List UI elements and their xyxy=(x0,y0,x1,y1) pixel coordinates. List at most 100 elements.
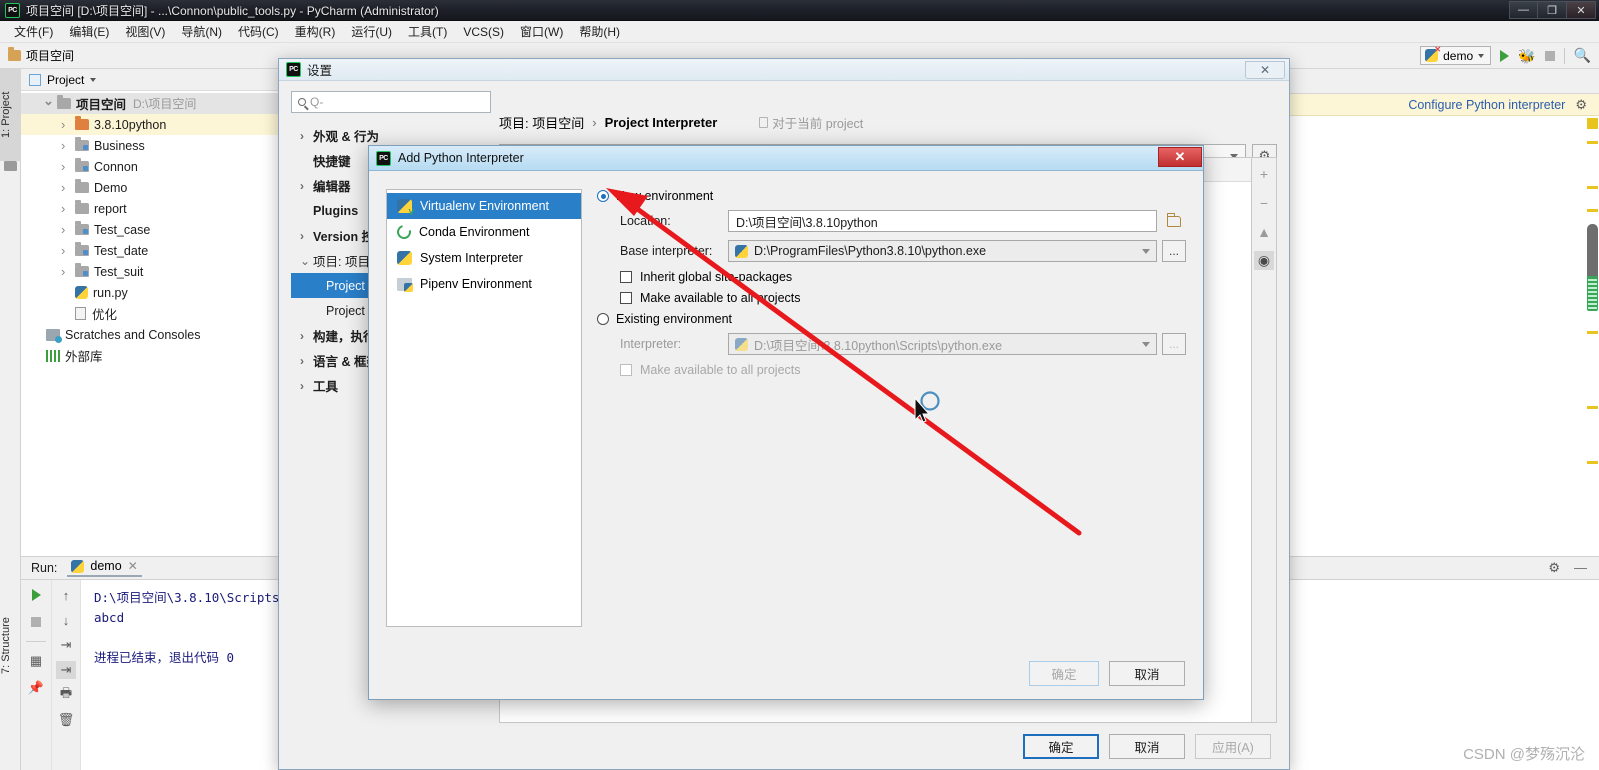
project-panel-header[interactable]: Project xyxy=(21,69,279,91)
settings-search-input[interactable]: Q- xyxy=(291,91,491,113)
chevron-right-icon[interactable]: › xyxy=(300,379,313,393)
settings-cancel-button[interactable]: 取消 xyxy=(1109,733,1185,759)
minimize-icon[interactable]: — xyxy=(1574,560,1587,576)
tree-item-connon[interactable]: Connon xyxy=(21,156,279,177)
tree-item-demo[interactable]: Demo xyxy=(21,177,279,198)
search-icon[interactable]: 🔍 xyxy=(1574,47,1591,64)
menu-file[interactable]: 文件(F) xyxy=(6,21,61,42)
chevron-right-icon[interactable] xyxy=(61,222,75,237)
base-interpreter-browse-button[interactable]: ... xyxy=(1162,240,1186,262)
env-item-system-interpreter[interactable]: System Interpreter xyxy=(387,245,581,271)
env-item-pipenv[interactable]: Pipenv Environment xyxy=(387,271,581,297)
existing-environment-radio-row[interactable]: Existing environment xyxy=(597,312,1186,326)
clear-all-button[interactable]: 🗑 xyxy=(56,711,76,729)
warning-marker[interactable] xyxy=(1587,406,1598,409)
chevron-right-icon[interactable]: › xyxy=(300,354,313,368)
new-environment-radio-row[interactable]: New environment xyxy=(597,189,1186,203)
editor-scrollbar-thumb[interactable] xyxy=(1587,224,1598,284)
menu-vcs[interactable]: VCS(S) xyxy=(455,23,512,41)
navbar-breadcrumb[interactable]: 项目空间 xyxy=(8,47,74,64)
settings-ok-button[interactable]: 确定 xyxy=(1023,733,1099,759)
run-configuration-selector[interactable]: demo xyxy=(1420,45,1492,65)
gear-icon[interactable]: ⚙ xyxy=(1575,97,1587,113)
menu-edit[interactable]: 编辑(E) xyxy=(61,21,117,42)
inherit-site-packages-row[interactable]: Inherit global site-packages xyxy=(597,270,1186,284)
gear-icon[interactable]: ⚙ xyxy=(1548,560,1560,576)
down-button[interactable]: ↓ xyxy=(56,611,76,629)
menu-tools[interactable]: 工具(T) xyxy=(400,21,455,42)
chevron-right-icon[interactable]: › xyxy=(300,179,313,193)
menu-window[interactable]: 窗口(W) xyxy=(512,21,571,42)
close-icon[interactable]: ✕ xyxy=(128,559,138,573)
add-package-button[interactable]: + xyxy=(1254,164,1274,183)
chevron-down-icon[interactable] xyxy=(43,96,57,112)
maximize-button[interactable]: ❐ xyxy=(1538,1,1567,19)
upgrade-package-button[interactable]: ▲ xyxy=(1254,222,1274,241)
rerun-button[interactable] xyxy=(26,586,46,604)
chevron-right-icon[interactable] xyxy=(61,138,75,153)
new-environment-radio[interactable] xyxy=(597,190,609,202)
tree-item-project-root[interactable]: 项目空间 D:\项目空间 xyxy=(21,93,279,114)
inherit-site-packages-checkbox[interactable] xyxy=(620,271,632,283)
make-available-checkbox[interactable] xyxy=(620,292,632,304)
env-item-conda[interactable]: Conda Environment xyxy=(387,219,581,245)
env-item-virtualenv[interactable]: Virtualenv Environment xyxy=(387,193,581,219)
warning-marker[interactable] xyxy=(1587,141,1598,144)
run-button[interactable] xyxy=(1500,49,1510,62)
menu-refactor[interactable]: 重构(R) xyxy=(287,21,344,42)
sidebar-tab-project[interactable]: 1: Project xyxy=(0,69,21,161)
chevron-down-icon[interactable]: ⌄ xyxy=(300,254,313,268)
stop-button[interactable] xyxy=(26,613,46,631)
stop-button[interactable] xyxy=(1544,50,1555,61)
chevron-right-icon[interactable]: › xyxy=(300,329,313,343)
menu-navigate[interactable]: 导航(N) xyxy=(173,21,230,42)
warning-marker[interactable] xyxy=(1587,461,1598,464)
tree-item-test-case[interactable]: Test_case xyxy=(21,219,279,240)
base-interpreter-combo[interactable]: D:\ProgramFiles\Python3.8.10\python.exe xyxy=(728,240,1157,262)
print-button[interactable]: 🖶 xyxy=(56,685,76,704)
chevron-right-icon[interactable] xyxy=(61,159,75,174)
show-early-releases-button[interactable]: ◉ xyxy=(1254,251,1274,270)
settings-close-button[interactable]: ✕ xyxy=(1245,61,1285,79)
tree-item-test-date[interactable]: Test_date xyxy=(21,240,279,261)
make-available-new-row[interactable]: Make available to all projects xyxy=(597,291,1186,305)
tree-item-external-libraries[interactable]: 外部库 xyxy=(21,345,279,366)
sidebar-tab-favorites[interactable]: avorites xyxy=(0,759,21,770)
location-browse-button[interactable] xyxy=(1162,210,1186,232)
pin-button[interactable]: 📌 xyxy=(26,679,46,697)
existing-environment-radio[interactable] xyxy=(597,313,609,325)
location-input[interactable]: D:\项目空间\3.8.10python xyxy=(728,210,1157,232)
remove-package-button[interactable]: − xyxy=(1254,193,1274,212)
add-interpreter-close-button[interactable]: ✕ xyxy=(1158,147,1202,167)
tree-item-report[interactable]: report xyxy=(21,198,279,219)
tree-item-scratches[interactable]: Scratches and Consoles xyxy=(21,324,279,345)
chevron-down-icon[interactable] xyxy=(90,77,97,82)
error-marker[interactable] xyxy=(1587,118,1598,129)
warning-marker[interactable] xyxy=(1587,331,1598,334)
configure-python-interpreter-link[interactable]: Configure Python interpreter xyxy=(1408,98,1565,112)
breadcrumb-parent[interactable]: 项目: 项目空间 xyxy=(499,113,584,132)
menu-run[interactable]: 运行(U) xyxy=(343,21,400,42)
menu-help[interactable]: 帮助(H) xyxy=(571,21,628,42)
tree-item-business[interactable]: Business xyxy=(21,135,279,156)
chevron-right-icon[interactable] xyxy=(61,117,75,132)
tree-item-youhua[interactable]: 优化 xyxy=(21,303,279,324)
sidebar-tab-structure[interactable]: 7: Structure xyxy=(0,594,21,698)
warning-marker[interactable] xyxy=(1587,186,1598,189)
warning-marker[interactable] xyxy=(1587,209,1598,212)
tree-item-run-py[interactable]: run.py xyxy=(21,282,279,303)
chevron-right-icon[interactable] xyxy=(61,201,75,216)
soft-wrap-button[interactable]: ⇥ xyxy=(56,636,76,654)
debug-button[interactable]: 🐝 xyxy=(1518,49,1535,63)
scroll-to-end-button[interactable]: ⇥ xyxy=(56,661,76,679)
tree-item-3810python[interactable]: 3.8.10python xyxy=(21,114,279,135)
chevron-right-icon[interactable] xyxy=(61,264,75,279)
chevron-right-icon[interactable]: › xyxy=(300,129,313,143)
close-button[interactable]: ✕ xyxy=(1567,1,1596,19)
tree-item-test-suit[interactable]: Test_suit xyxy=(21,261,279,282)
run-tab-demo[interactable]: demo ✕ xyxy=(67,559,142,577)
layout-button[interactable]: ▦ xyxy=(26,652,46,670)
chevron-right-icon[interactable]: › xyxy=(300,229,313,243)
chevron-right-icon[interactable] xyxy=(61,180,75,195)
add-interpreter-cancel-button[interactable]: 取消 xyxy=(1109,660,1185,686)
